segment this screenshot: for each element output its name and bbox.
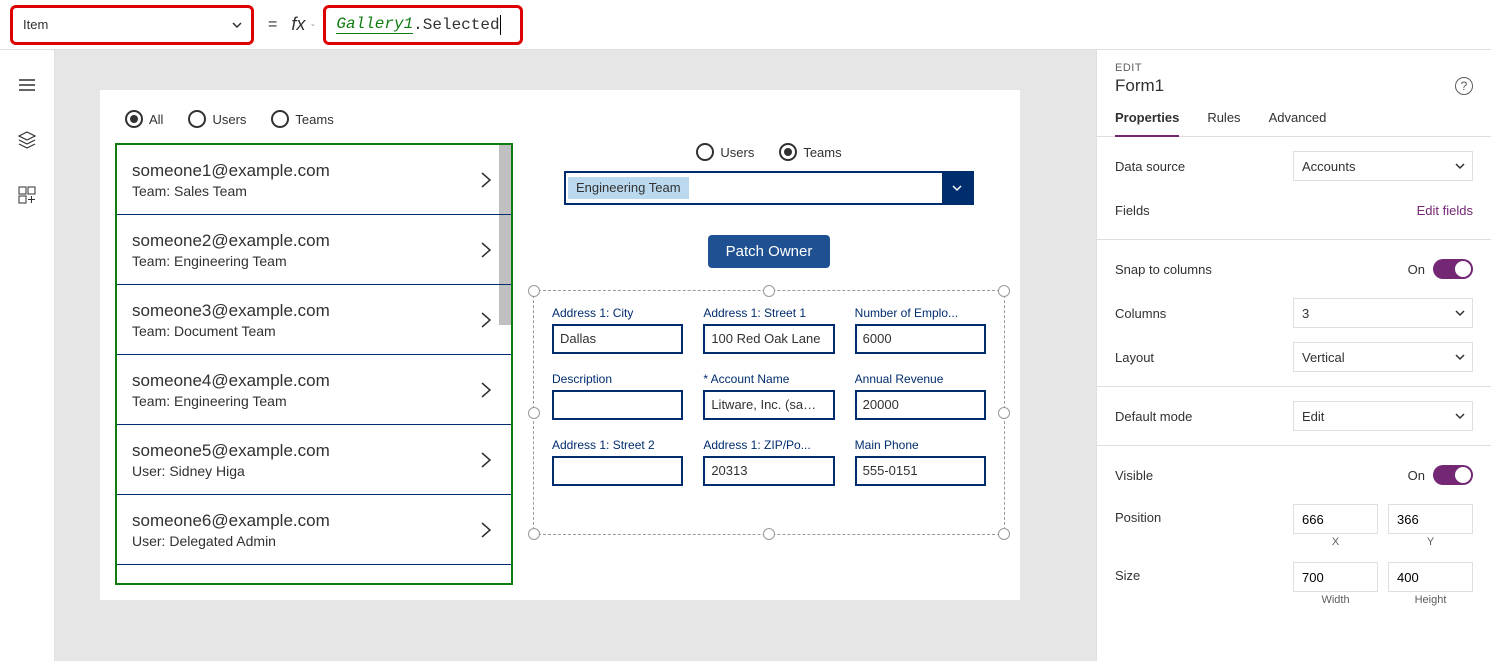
chevron-right-icon (476, 515, 496, 545)
tab-properties[interactable]: Properties (1115, 110, 1179, 137)
resize-handle[interactable] (998, 528, 1010, 540)
position-label: Position (1115, 504, 1161, 525)
hamburger-icon[interactable] (17, 75, 37, 95)
field-account-name[interactable]: Litware, Inc. (sample) (703, 390, 834, 420)
gallery-item[interactable]: someone5@example.comUser: Sidney Higa (117, 425, 511, 495)
chevron-down-icon (1454, 410, 1466, 422)
chevron-down-icon (1454, 160, 1466, 172)
field-street2[interactable] (552, 456, 683, 486)
data-source-label: Data source (1115, 159, 1185, 174)
chevron-down-icon (1454, 307, 1466, 319)
tab-advanced[interactable]: Advanced (1269, 110, 1327, 136)
formula-ref: Gallery1 (336, 15, 413, 34)
owner-radios: Users Teams (696, 143, 841, 171)
tab-rules[interactable]: Rules (1207, 110, 1240, 136)
resize-handle[interactable] (998, 407, 1010, 419)
resize-handle[interactable] (998, 285, 1010, 297)
property-text: Item (23, 17, 48, 32)
resize-handle[interactable] (528, 528, 540, 540)
field-description[interactable] (552, 390, 683, 420)
chevron-right-icon (476, 165, 496, 195)
property-dropdown[interactable]: Item (10, 5, 254, 45)
visible-label: Visible (1115, 468, 1153, 483)
formula-bar: Item = fx Gallery1.Selected (0, 0, 1491, 50)
radio-users[interactable]: Users (188, 110, 246, 128)
field-phone[interactable]: 555-0151 (855, 456, 986, 486)
visible-toggle[interactable]: On (1408, 465, 1473, 485)
radio-teams[interactable]: Teams (271, 110, 333, 128)
patch-owner-button[interactable]: Patch Owner (708, 235, 831, 268)
layout-label: Layout (1115, 350, 1154, 365)
fields-label: Fields (1115, 203, 1150, 218)
snap-label: Snap to columns (1115, 262, 1212, 277)
pos-y-input[interactable] (1388, 504, 1473, 534)
app-canvas: All Users Teams someone1@example.comTeam… (100, 90, 1020, 600)
height-input[interactable] (1388, 562, 1473, 592)
resize-handle[interactable] (763, 285, 775, 297)
chevron-right-icon (476, 305, 496, 335)
field-employees[interactable]: 6000 (855, 324, 986, 354)
radio-owner-users[interactable]: Users (696, 143, 754, 161)
pos-x-input[interactable] (1293, 504, 1378, 534)
gallery-item[interactable]: someone2@example.comTeam: Engineering Te… (117, 215, 511, 285)
chevron-right-icon (476, 445, 496, 475)
snap-toggle[interactable]: On (1408, 259, 1473, 279)
chevron-right-icon (476, 235, 496, 265)
layout-select[interactable]: Vertical (1293, 342, 1473, 372)
gallery-item[interactable]: someone6@example.comUser: Delegated Admi… (117, 495, 511, 565)
properties-pane: EDIT Form1 ? Properties Rules Advanced D… (1096, 50, 1491, 661)
gallery-item[interactable]: someone1@example.comTeam: Sales Team (117, 145, 511, 215)
layers-icon[interactable] (17, 130, 37, 150)
control-name: Form1 (1115, 76, 1164, 96)
radio-all[interactable]: All (125, 110, 163, 128)
fx-icon[interactable]: fx (285, 14, 311, 35)
columns-label: Columns (1115, 306, 1166, 321)
filter-radios: All Users Teams (115, 105, 1005, 143)
canvas-area[interactable]: All Users Teams someone1@example.comTeam… (55, 50, 1096, 661)
help-icon[interactable]: ? (1455, 77, 1473, 95)
gallery[interactable]: someone1@example.comTeam: Sales Team som… (115, 143, 513, 585)
columns-select[interactable]: 3 (1293, 298, 1473, 328)
edit-label: EDIT (1115, 62, 1473, 74)
formula-rest: .Selected (413, 16, 499, 34)
resize-handle[interactable] (763, 528, 775, 540)
chevron-down-icon (1454, 351, 1466, 363)
form-control[interactable]: Address 1: CityDallas Address 1: Street … (533, 290, 1005, 535)
field-city[interactable]: Dallas (552, 324, 683, 354)
size-label: Size (1115, 562, 1140, 583)
edit-fields-link[interactable]: Edit fields (1417, 203, 1473, 218)
chevron-down-icon[interactable] (1467, 19, 1487, 31)
text-cursor (500, 15, 501, 35)
width-input[interactable] (1293, 562, 1378, 592)
resize-handle[interactable] (528, 285, 540, 297)
radio-owner-teams[interactable]: Teams (779, 143, 841, 161)
equals-label: = (268, 16, 277, 34)
left-rail (0, 50, 55, 661)
default-mode-select[interactable]: Edit (1293, 401, 1473, 431)
chevron-right-icon (476, 375, 496, 405)
add-component-icon[interactable] (17, 185, 37, 205)
pane-tabs: Properties Rules Advanced (1097, 96, 1491, 137)
teams-combobox[interactable]: Engineering Team (564, 171, 974, 205)
field-street1[interactable]: 100 Red Oak Lane (703, 324, 834, 354)
field-revenue[interactable]: 20000 (855, 390, 986, 420)
resize-handle[interactable] (528, 407, 540, 419)
gallery-item[interactable]: someone4@example.comTeam: Engineering Te… (117, 355, 511, 425)
field-zip[interactable]: 20313 (703, 456, 834, 486)
data-source-select[interactable]: Accounts (1293, 151, 1473, 181)
chevron-down-icon[interactable] (311, 19, 323, 31)
formula-input[interactable]: Gallery1.Selected (323, 5, 523, 45)
chevron-down-icon (231, 19, 243, 31)
default-mode-label: Default mode (1115, 409, 1192, 424)
combo-dropdown-button[interactable] (942, 173, 972, 203)
gallery-item[interactable]: someone3@example.comTeam: Document Team (117, 285, 511, 355)
